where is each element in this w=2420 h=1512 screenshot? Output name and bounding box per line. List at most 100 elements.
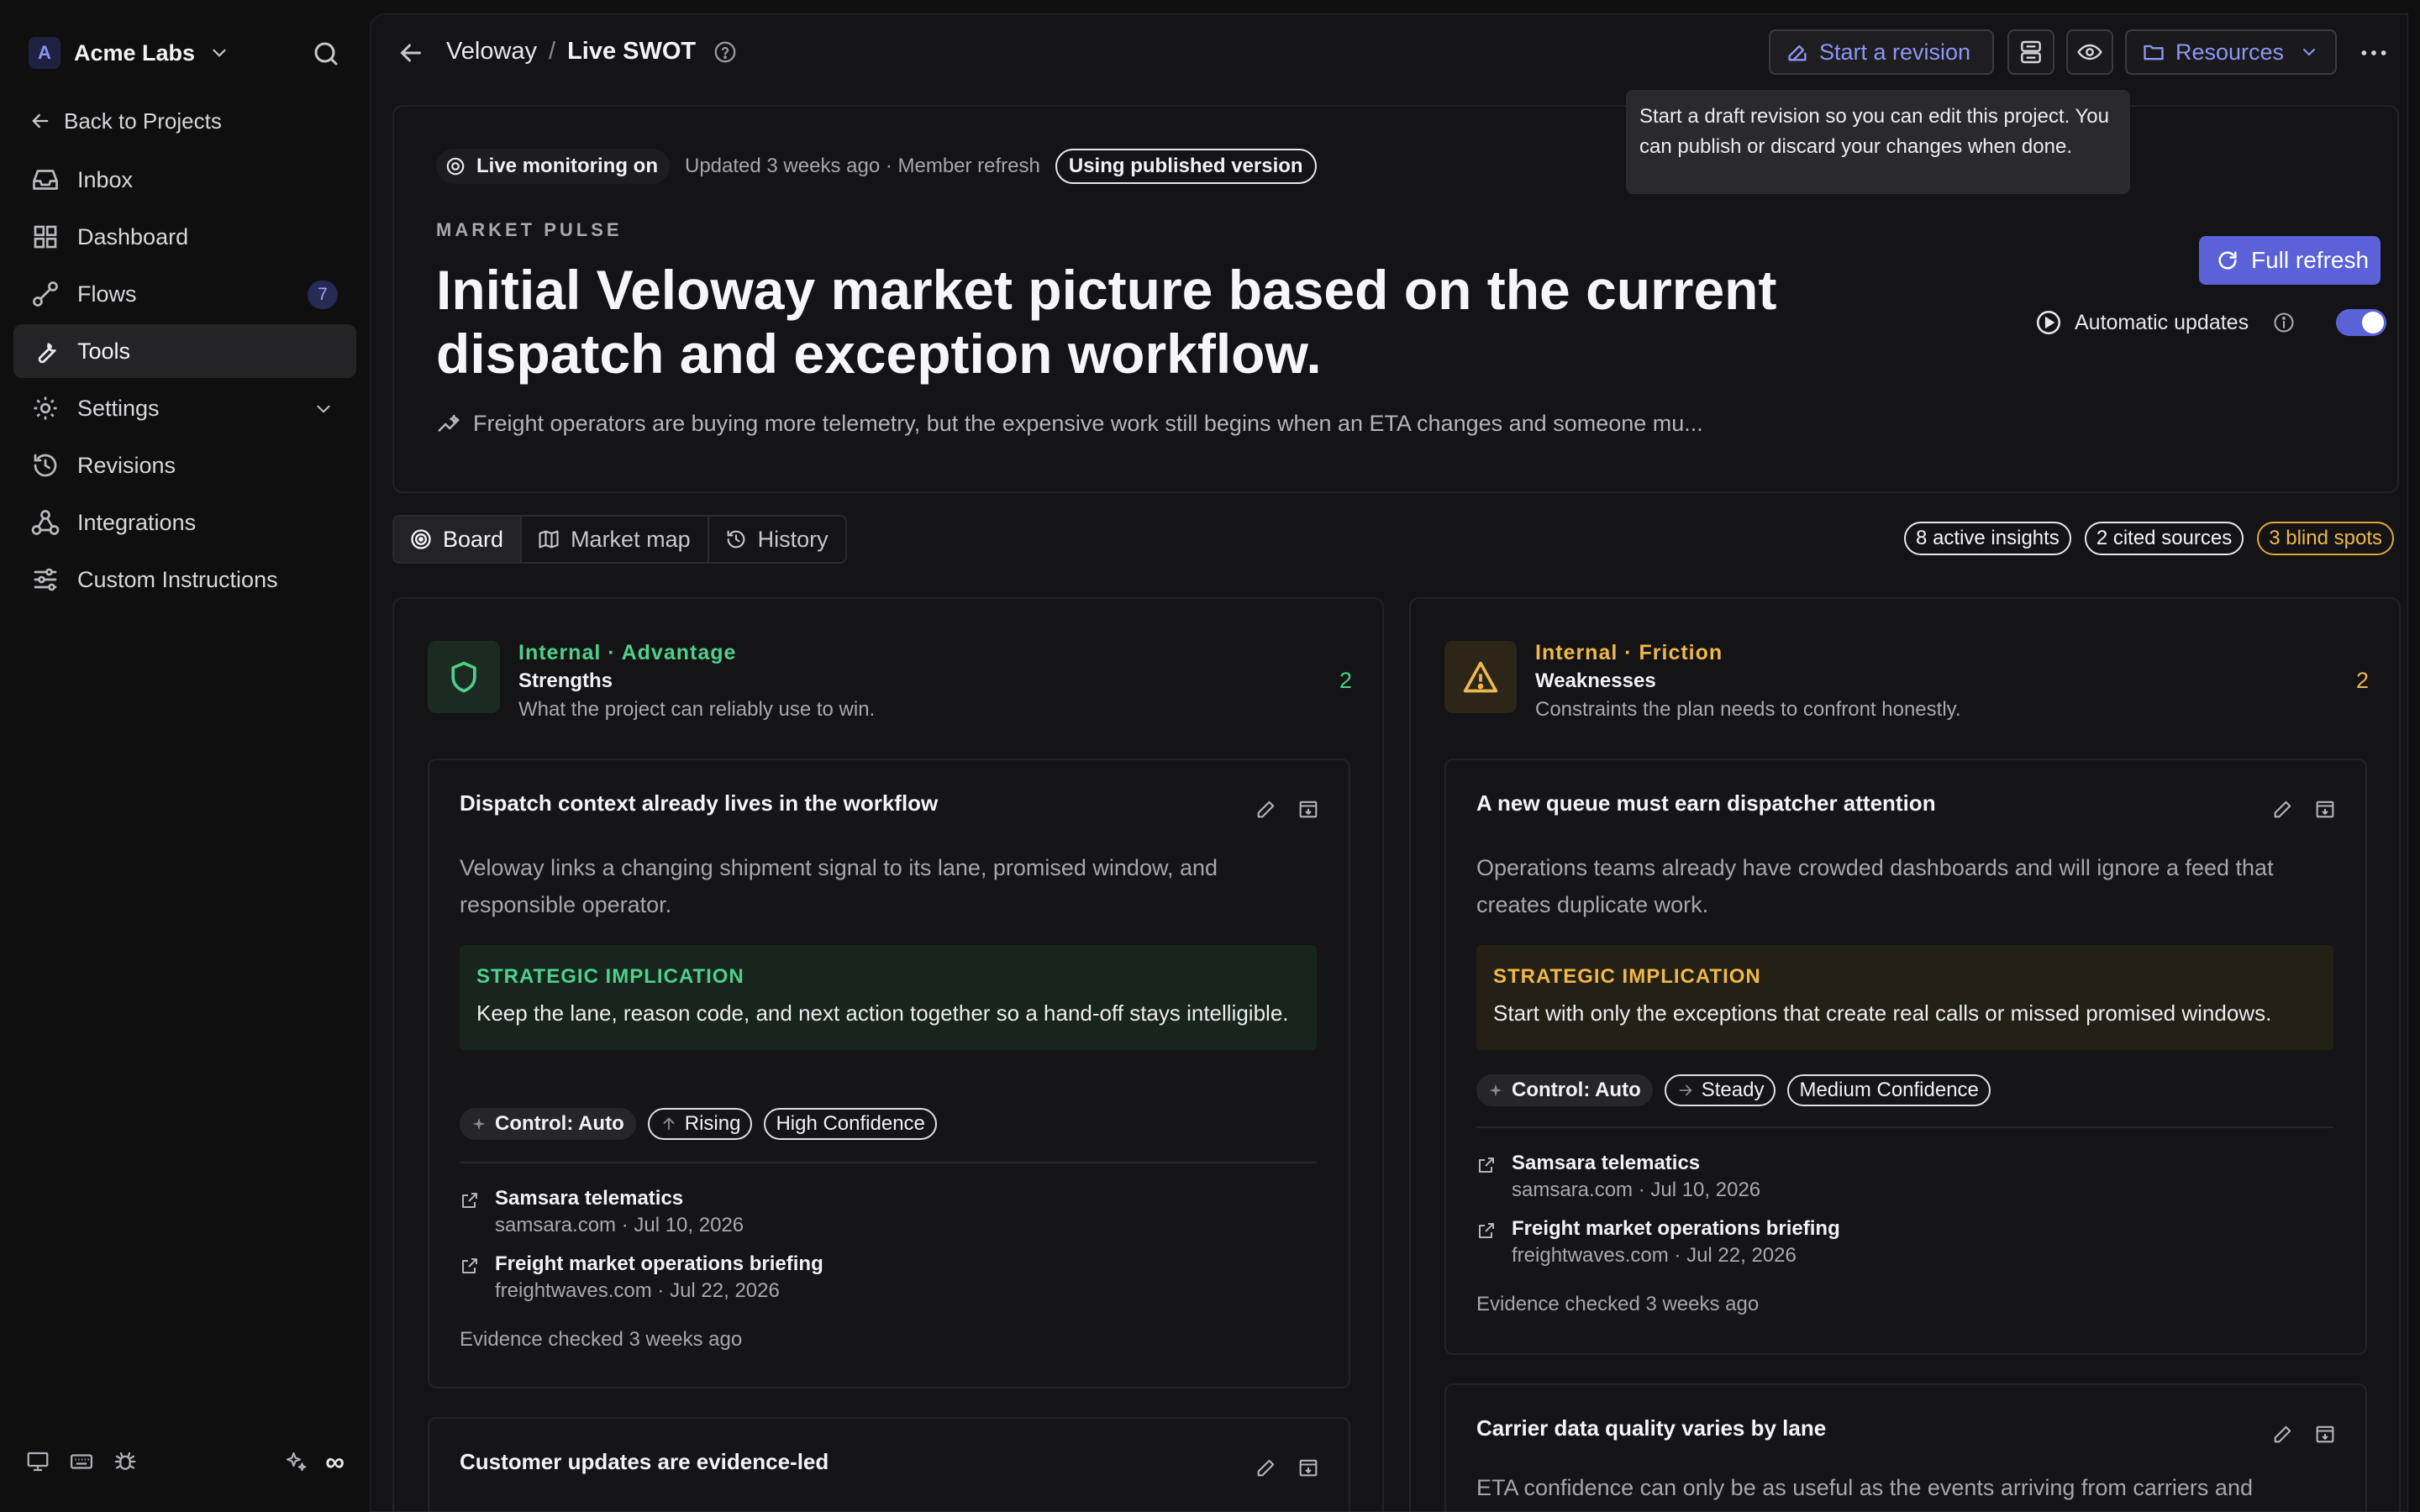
radar-icon: [445, 155, 466, 177]
tab-market-map[interactable]: Market map: [522, 517, 709, 562]
org-avatar: A: [29, 37, 60, 69]
live-monitoring-pill[interactable]: Live monitoring on: [436, 149, 670, 184]
archive-icon[interactable]: [1297, 797, 1320, 821]
sidebar-item-custom-instructions[interactable]: Custom Instructions: [13, 553, 356, 606]
confidence-chip[interactable]: High Confidence: [764, 1108, 937, 1140]
sparkles-icon[interactable]: [283, 1449, 308, 1474]
inbox-icon: [30, 165, 60, 195]
sidebar-item-inbox[interactable]: Inbox: [13, 153, 356, 207]
flows-count-badge: 7: [308, 281, 338, 309]
insight-title: Dispatch context already lives in the wo…: [460, 790, 939, 816]
pencil-icon[interactable]: [1255, 1456, 1278, 1479]
sidebar-item-revisions[interactable]: Revisions: [13, 438, 356, 492]
resources-dropdown[interactable]: Resources: [2125, 29, 2337, 75]
evidence-checked: Evidence checked 3 weeks ago: [1476, 1293, 1760, 1315]
spark-icon: [1486, 1081, 1505, 1100]
org-switcher[interactable]: A Acme Labs: [29, 34, 230, 72]
monitor-icon[interactable]: [25, 1449, 50, 1474]
active-insights-badge[interactable]: 8 active insights: [1904, 522, 2071, 555]
source-meta: samsara.com · Jul 10, 2026: [495, 1214, 744, 1236]
cited-sources-badge[interactable]: 2 cited sources: [2084, 522, 2244, 555]
chip-label: Steady: [1701, 1079, 1765, 1101]
full-refresh-label: Full refresh: [2251, 247, 2370, 273]
insight-title: Customer updates are evidence-led: [460, 1449, 829, 1474]
insight-card: Carrier data quality varies by lane ETA …: [1444, 1383, 2367, 1511]
chevron-down-icon[interactable]: [313, 398, 334, 420]
divider: [460, 1162, 1317, 1163]
archive-icon[interactable]: [1297, 1456, 1320, 1479]
infinity-icon[interactable]: ∞: [325, 1446, 345, 1478]
preview-button[interactable]: [2066, 29, 2113, 75]
bug-icon[interactable]: [113, 1449, 138, 1474]
sidebar-item-label: Revisions: [77, 452, 176, 478]
sidebar: A Acme Labs Back to Projects Inbox Dashb…: [0, 0, 370, 1512]
tab-label: History: [757, 526, 829, 552]
tab-history[interactable]: History: [709, 517, 845, 562]
tab-label: Market map: [571, 526, 691, 552]
pencil-icon[interactable]: [2271, 1422, 2295, 1446]
full-refresh-button[interactable]: Full refresh: [2199, 236, 2381, 285]
blind-spots-badge[interactable]: 3 blind spots: [2257, 522, 2394, 555]
archive-icon[interactable]: [2313, 797, 2337, 821]
card-actions: [1255, 1456, 1320, 1479]
source-item[interactable]: Freight market operations briefing freig…: [460, 1251, 1300, 1316]
sidebar-item-flows[interactable]: Flows 7: [13, 267, 356, 321]
source-item[interactable]: Freight market operations briefing freig…: [1476, 1215, 2317, 1281]
insight-body: ETA confidence can only be as useful as …: [1476, 1475, 2253, 1500]
tab-board[interactable]: Board: [394, 517, 523, 562]
confidence-chip[interactable]: Medium Confidence: [1787, 1074, 1991, 1106]
strengths-description: What the project can reliably use to win…: [518, 698, 876, 721]
layout-toggle-button[interactable]: [2007, 29, 2054, 75]
arrow-right-icon: [1676, 1081, 1695, 1100]
resources-label: Resources: [2175, 39, 2285, 65]
archive-icon[interactable]: [2313, 1422, 2337, 1446]
sidebar-item-settings[interactable]: Settings: [13, 381, 356, 435]
automatic-updates-label: Automatic updates: [2075, 310, 2249, 334]
start-revision-label: Start a revision: [1819, 39, 1971, 65]
evidence-checked: Evidence checked 3 weeks ago: [460, 1328, 743, 1351]
updated-text: Updated 3 weeks ago · Member refresh: [685, 155, 1040, 177]
back-to-projects-label: Back to Projects: [64, 108, 222, 134]
external-link-icon: [460, 1190, 480, 1210]
hero-summary-text: Freight operators are buying more teleme…: [473, 411, 1703, 436]
implication-label: STRATEGIC IMPLICATION: [1493, 965, 1761, 988]
source-name: Freight market operations briefing: [495, 1252, 823, 1275]
trend-chip[interactable]: Steady: [1664, 1074, 1776, 1106]
strengths-column: Internal · Advantage Strengths What the …: [392, 597, 1384, 1511]
spark-icon: [470, 1115, 488, 1133]
arrow-left-icon[interactable]: [396, 38, 426, 68]
search-icon[interactable]: [311, 39, 341, 69]
breadcrumb-project[interactable]: Veloway: [446, 38, 537, 66]
sidebar-item-integrations[interactable]: Integrations: [13, 496, 356, 549]
sidebar-item-tools[interactable]: Tools: [13, 324, 356, 378]
trend-chip[interactable]: Rising: [647, 1108, 753, 1140]
external-link-icon: [460, 1256, 480, 1276]
pencil-icon[interactable]: [2271, 797, 2295, 821]
gear-icon: [30, 393, 60, 423]
info-icon[interactable]: [2272, 311, 2296, 334]
more-options-icon[interactable]: [2357, 36, 2391, 70]
keyboard-icon[interactable]: [69, 1449, 94, 1474]
page-title: Live SWOT: [567, 38, 697, 65]
source-item[interactable]: Samsara telematics samsara.com · Jul 10,…: [1476, 1150, 2317, 1215]
revision-tooltip: Start a draft revision so you can edit t…: [1626, 90, 2130, 194]
start-revision-button[interactable]: Start a revision: [1769, 29, 1994, 75]
control-chip[interactable]: Control: Auto: [460, 1108, 636, 1140]
back-to-projects-link[interactable]: Back to Projects: [29, 104, 222, 138]
implication-text: Keep the lane, reason code, and next act…: [476, 1000, 1289, 1026]
folder-icon: [2142, 40, 2165, 64]
strengths-count: 2: [1339, 668, 1352, 693]
map-icon: [537, 528, 560, 551]
card-actions: [2271, 797, 2337, 821]
pencil-icon[interactable]: [1255, 797, 1278, 821]
top-bar: Veloway / Live SWOT Start a revision Res…: [371, 14, 2407, 92]
automatic-updates-toggle[interactable]: [2336, 309, 2387, 336]
source-list: Samsara telematics samsara.com · Jul 10,…: [1476, 1150, 2317, 1281]
main-panel: Veloway / Live SWOT Start a revision Res…: [370, 13, 2408, 1512]
weaknesses-count: 2: [2355, 668, 2369, 693]
help-circle-icon[interactable]: [713, 39, 738, 65]
source-item[interactable]: Samsara telematics samsara.com · Jul 10,…: [460, 1185, 1300, 1251]
sidebar-item-dashboard[interactable]: Dashboard: [13, 210, 356, 264]
control-chip[interactable]: Control: Auto: [1476, 1074, 1653, 1106]
version-pill[interactable]: Using published version: [1055, 149, 1317, 184]
